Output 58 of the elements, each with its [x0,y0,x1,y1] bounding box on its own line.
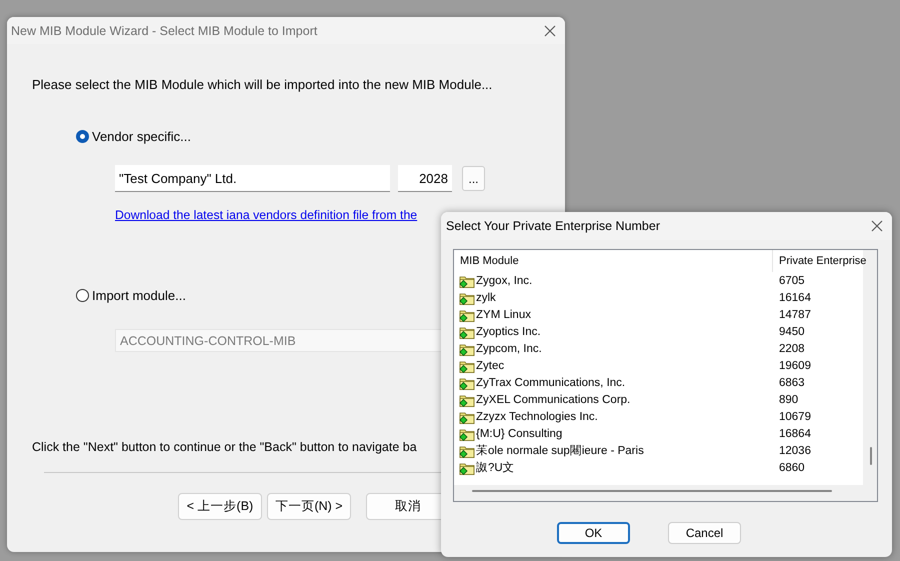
folder-icon [459,444,475,458]
instruction-text: Please select the MIB Module which will be imported into the new MIB Module... [32,77,492,92]
column-header[interactable]: MIB Module [454,255,519,267]
scrollbar-thumb[interactable] [870,447,872,465]
close-icon[interactable] [871,220,883,232]
folder-icon [459,342,475,356]
folder-icon [459,308,475,322]
enterprise-name[interactable]: 苿ole normale sup闀ieure - Paris [476,443,644,458]
enterprise-name[interactable]: Zyoptics Inc. [476,326,541,338]
dialog-button[interactable]: OK [557,522,630,544]
vendor-number-field[interactable]: 2028 [398,165,452,192]
vendor-name-field[interactable]: "Test Company" Ltd. [115,165,390,192]
enterprise-number: 9450 [778,326,806,338]
folder-icon [459,392,475,406]
wizard-button[interactable]: < 上一步(B) [178,493,262,520]
browse-button[interactable]: ... [462,166,485,191]
radio-button[interactable] [76,289,89,302]
enterprise-number: 12036 [778,444,812,456]
enterprise-name[interactable]: ZyTrax Communications, Inc. [476,376,626,388]
close-icon[interactable] [544,24,556,36]
dialog-title: Select Your Private Enterprise Number [446,219,660,233]
folder-icon [459,376,475,390]
window-title: New MIB Module Wizard - Select MIB Module to Import [11,24,318,38]
enterprise-name[interactable]: ZyXEL Communications Corp. [476,394,630,406]
enterprise-name[interactable]: Zytec [476,360,504,372]
enterprise-name[interactable]: ZYM Linux [476,308,531,320]
radio-option[interactable]: Import module... [76,288,186,303]
download-link[interactable]: Download the latest iana vendors definition file from the [115,208,418,222]
enterprise-number: 6863 [778,376,806,388]
enterprise-name[interactable]: {M:U} Consulting [476,428,562,440]
enterprise-number: 16864 [778,428,812,440]
scrollbar-thumb[interactable] [472,490,832,492]
enterprise-name[interactable]: zylk [476,292,496,304]
enterprise-name[interactable]: Zypcom, Inc. [476,342,542,354]
folder-icon [459,410,475,424]
folder-icon [459,274,475,288]
folder-icon [459,460,475,474]
enterprise-number: 10679 [778,410,812,422]
radio-button[interactable] [76,130,89,143]
enterprise-number: 14787 [778,308,812,320]
enterprise-number: 890 [778,394,800,406]
enterprise-number: 6860 [778,462,806,474]
folder-icon [459,426,475,440]
enterprise-number: 16164 [778,292,812,304]
enterprise-number: 2208 [778,342,806,354]
footer-text: Click the "Next" button to continue or the "Back" button to navigate ba [32,440,417,454]
radio-option[interactable]: Vendor specific... [76,129,191,144]
wizard-button[interactable]: 下一页(N) > [267,493,351,520]
dialog-button[interactable]: Cancel [668,522,741,544]
enterprise-number: 19609 [778,360,812,372]
folder-icon [459,324,475,338]
enterprise-name[interactable]: Zygox, Inc. [476,274,532,286]
folder-icon [459,290,475,304]
enterprise-number: 6705 [778,274,806,286]
enterprise-name[interactable]: Zzyzx Technologies Inc. [476,410,598,422]
folder-icon [459,358,475,372]
column-header[interactable]: Private Enterprise [772,250,866,272]
enterprise-name[interactable]: 詉?U文 [476,460,515,475]
